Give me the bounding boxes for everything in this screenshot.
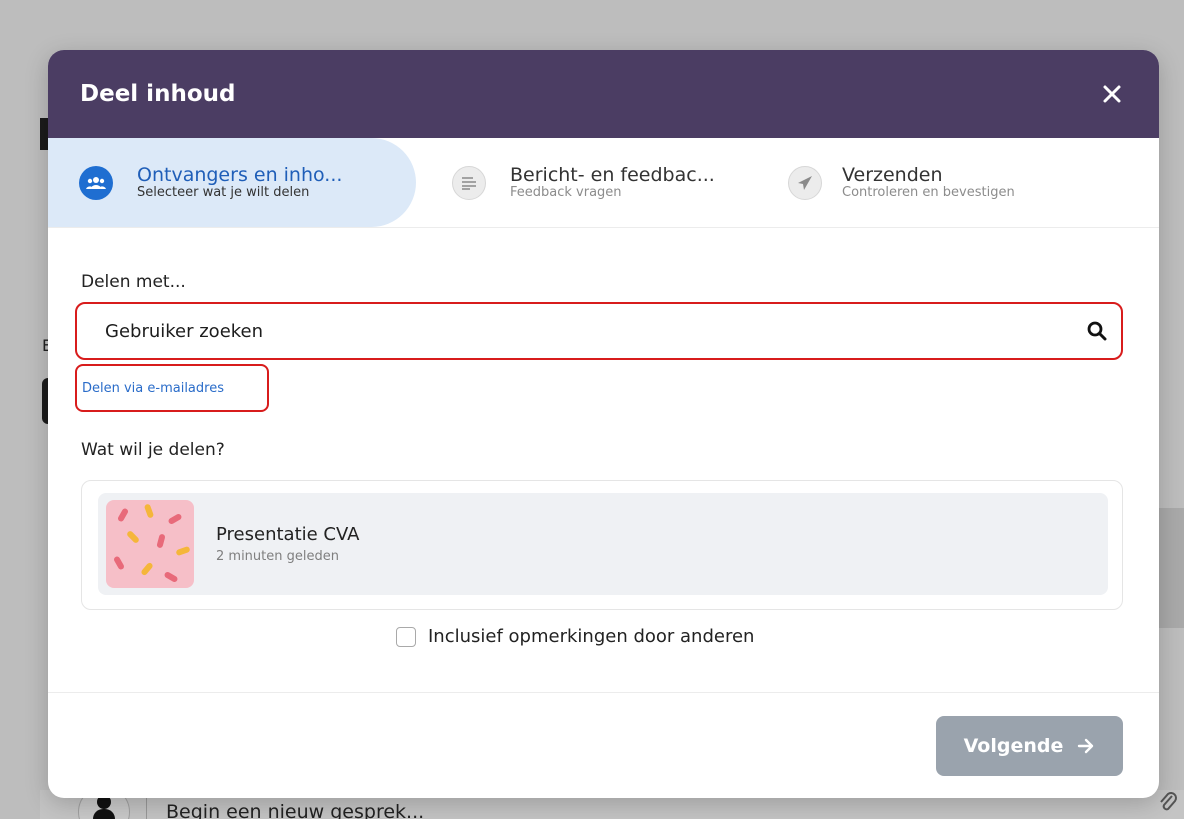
paper-plane-icon (788, 165, 822, 200)
include-comments-checkbox[interactable] (396, 626, 416, 647)
content-card: Presentatie CVA 2 minuten geleden (81, 480, 1123, 610)
dialog-header: Deel inhoud (48, 50, 1159, 138)
step-title: Bericht- en feedbac... (510, 163, 715, 186)
dialog-title: Deel inhoud (80, 81, 236, 107)
close-button[interactable] (1097, 79, 1127, 109)
new-conversation-placeholder: Begin een nieuw gesprek... (166, 801, 425, 819)
share-via-email-link[interactable]: Delen via e-mailadres (82, 381, 224, 396)
dialog-body: Delen met... Delen via e-mailadres Wat w… (48, 228, 1159, 678)
share-dialog: Deel inhoud Ontvangers en inho... Select… (48, 50, 1159, 798)
share-via-email-highlight: Delen via e-mailadres (75, 364, 269, 412)
include-comments-row: Inclusief opmerkingen door anderen (396, 626, 754, 647)
content-time: 2 minuten geleden (216, 549, 339, 564)
step-subtitle: Controleren en bevestigen (842, 184, 1015, 200)
presentation-thumbnail (106, 500, 194, 588)
share-with-label: Delen met... (81, 272, 186, 292)
divider (146, 795, 147, 819)
stepper: Ontvangers en inho... Selecteer wat je w… (48, 138, 1159, 228)
people-icon (79, 165, 113, 200)
arrow-right-icon (1077, 738, 1095, 754)
step-send[interactable]: Verzenden Controleren en bevestigen (788, 138, 1148, 227)
step-recipients[interactable]: Ontvangers en inho... Selecteer wat je w… (48, 138, 416, 227)
content-title: Presentatie CVA (216, 524, 360, 545)
search-icon[interactable] (1087, 321, 1107, 341)
step-title: Ontvangers en inho... (137, 163, 343, 186)
paperclip-icon (1158, 790, 1178, 819)
step-subtitle: Selecteer wat je wilt delen (137, 184, 310, 200)
next-button-label: Volgende (963, 735, 1064, 757)
background-panel (1158, 508, 1184, 628)
user-search-input[interactable] (105, 320, 1005, 342)
next-button[interactable]: Volgende (936, 716, 1123, 776)
close-icon (1103, 85, 1121, 103)
text-lines-icon (452, 165, 486, 200)
include-comments-label[interactable]: Inclusief opmerkingen door anderen (428, 626, 754, 647)
dialog-footer: Volgende (48, 692, 1159, 798)
content-item[interactable]: Presentatie CVA 2 minuten geleden (98, 493, 1108, 595)
step-subtitle: Feedback vragen (510, 184, 622, 200)
step-message-feedback[interactable]: Bericht- en feedbac... Feedback vragen (416, 138, 788, 227)
step-title: Verzenden (842, 163, 943, 186)
what-to-share-label: Wat wil je delen? (81, 440, 225, 460)
user-search-box (75, 302, 1123, 360)
